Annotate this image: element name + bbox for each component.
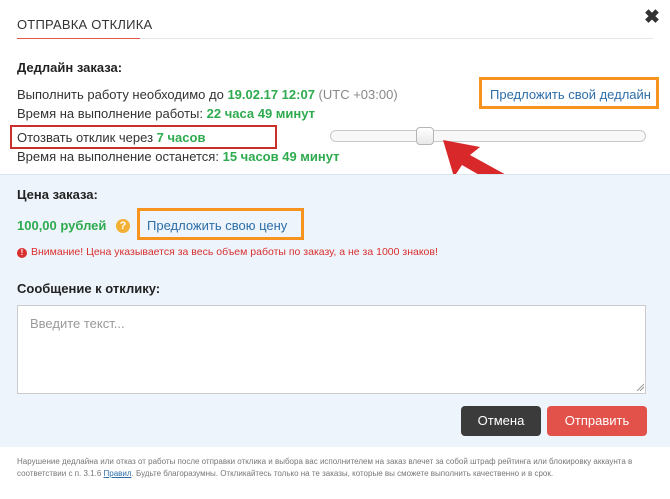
close-icon[interactable]: ✖ xyxy=(642,8,662,28)
rules-link[interactable]: Правил xyxy=(104,469,132,478)
work-time-line: Время на выполнение работы: 22 часа 49 м… xyxy=(17,106,315,121)
complete-by-label: Выполнить работу необходимо до xyxy=(17,87,224,102)
message-section-title: Сообщение к отклику: xyxy=(17,281,161,296)
price-value: 100,00 рублей xyxy=(17,218,107,233)
remaining-label: Время на выполнение останется: xyxy=(17,149,219,164)
complete-date: 19.02.17 12:07 xyxy=(227,87,315,102)
header-divider xyxy=(140,38,653,39)
remaining-line: Время на выполнение останется: 15 часов … xyxy=(17,149,340,164)
deadline-section-title: Дедлайн заказа: xyxy=(17,60,123,75)
recall-slider-handle[interactable] xyxy=(416,127,434,145)
cancel-button[interactable]: Отмена xyxy=(461,406,541,436)
propose-price-link[interactable]: Предложить свою цену xyxy=(147,218,287,233)
footer-text-after: . Будьте благоразумны. Откликайтесь толь… xyxy=(131,469,554,478)
price-warning: ! Внимание! Цена указывается за весь объе… xyxy=(17,246,438,258)
propose-deadline-link[interactable]: Предложить свой дедлайн xyxy=(490,87,651,102)
message-textarea[interactable] xyxy=(17,305,646,394)
price-section-title: Цена заказа: xyxy=(17,187,98,202)
help-icon[interactable]: ? xyxy=(116,219,130,233)
timezone: (UTC +03:00) xyxy=(318,87,398,102)
resize-grip-icon[interactable] xyxy=(636,383,644,391)
recall-value: 7 часов xyxy=(156,130,206,145)
footer-note: Нарушение дедлайна или отказ от работы п… xyxy=(17,456,657,480)
send-button[interactable]: Отправить xyxy=(547,406,647,436)
warning-icon: ! xyxy=(17,248,27,258)
recall-label: Отозвать отклик через xyxy=(17,130,154,145)
work-time-value: 22 часа 49 минут xyxy=(206,106,316,121)
remaining-value: 15 часов 49 минут xyxy=(222,149,340,164)
modal-header: ОТПРАВКА ОТКЛИКА ✖ xyxy=(0,0,670,40)
warning-text: Внимание! Цена указывается за весь объем… xyxy=(31,246,438,258)
work-time-label: Время на выполнение работы: xyxy=(17,106,204,121)
title-underline xyxy=(17,38,140,39)
deadline-line: Выполнить работу необходимо до 19.02.17 … xyxy=(17,87,398,102)
recall-line: Отозвать отклик через 7 часов xyxy=(17,130,205,145)
modal-title: ОТПРАВКА ОТКЛИКА xyxy=(17,17,153,32)
